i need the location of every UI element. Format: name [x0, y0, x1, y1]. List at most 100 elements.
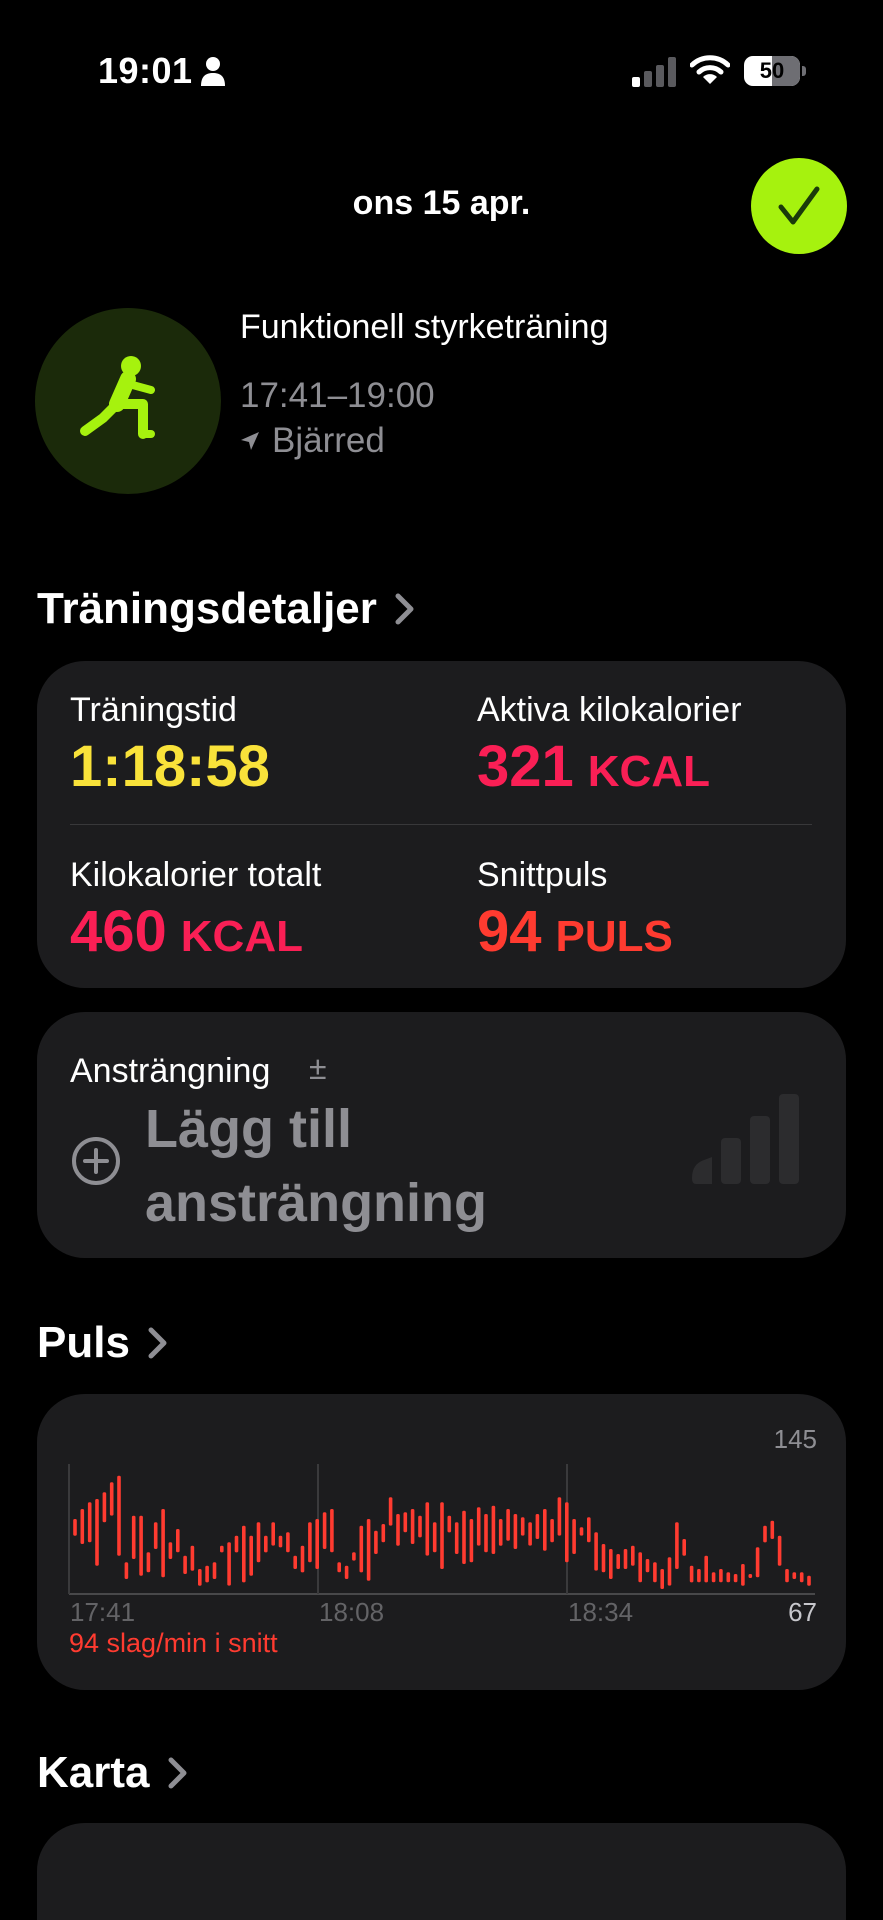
heart-rate-bar: [689, 1565, 694, 1583]
section-title: Träningsdetaljer: [37, 584, 377, 633]
heart-rate-bar: [675, 1522, 679, 1569]
heart-rate-bar: [572, 1519, 576, 1554]
workout-details-card: Träningstid 1:18:58 Aktiva kilokalorier …: [37, 661, 846, 988]
heart-rate-bar: [432, 1522, 437, 1553]
battery-tip: [802, 66, 806, 76]
workout-location: Bjärred: [240, 421, 385, 461]
heart-rate-bar: [264, 1535, 268, 1553]
heart-rate-bar: [388, 1497, 393, 1526]
section-header-heart-rate[interactable]: Puls: [37, 1318, 170, 1368]
heart-rate-bar: [242, 1525, 246, 1583]
heart-rate-bar: [300, 1545, 305, 1573]
heart-rate-bar: [631, 1545, 635, 1566]
heart-rate-bar: [220, 1545, 224, 1553]
heart-rate-bar: [579, 1527, 584, 1536]
heart-rate-bar: [491, 1505, 496, 1554]
average-heart-rate-label: 94 slag/min i snitt: [69, 1628, 278, 1658]
heart-rate-bar: [667, 1557, 672, 1586]
heart-rate-bar: [366, 1519, 371, 1581]
heart-rate-bar: [176, 1529, 180, 1553]
heart-rate-bar: [550, 1519, 554, 1543]
add-circle-icon[interactable]: [71, 1136, 121, 1186]
metric-unit: KCAL: [180, 912, 303, 961]
heart-rate-chart: 145 67 17:41 18:08 18:34 94 slag/min i snitt: [68, 1424, 817, 1658]
heart-rate-bar: [256, 1522, 261, 1563]
heart-rate-bar: [777, 1535, 782, 1566]
heart-rate-bar: [249, 1535, 253, 1576]
workout-type-avatar: [35, 308, 221, 494]
heart-rate-bar: [131, 1515, 136, 1559]
heart-rate-bar: [153, 1522, 158, 1549]
metric-value-avg-heart-rate: 94 PULS: [477, 898, 673, 965]
heart-rate-bar: [748, 1574, 753, 1578]
heart-rate-bar: [513, 1514, 518, 1549]
location-arrow-icon: [241, 432, 259, 450]
heart-rate-bar: [139, 1515, 143, 1576]
effort-level-icon: [692, 1094, 799, 1184]
status-bar: 19:01 50: [0, 0, 883, 140]
battery-percentage: 50: [759, 58, 785, 83]
y-tick-label: 145: [774, 1424, 817, 1454]
heart-rate-card[interactable]: 145 67 17:41 18:08 18:34 94 slag/min i snitt: [37, 1394, 846, 1690]
heart-rate-bar: [403, 1512, 408, 1533]
x-tick-label: 18:08: [319, 1597, 384, 1627]
heart-rate-bar: [616, 1554, 620, 1569]
metric-unit: PULS: [555, 912, 673, 961]
heart-rate-bar: [337, 1562, 341, 1573]
heart-rate-bar: [469, 1519, 474, 1563]
heart-rate-bar: [454, 1522, 459, 1554]
heart-rate-bar: [645, 1559, 650, 1573]
heart-rate-bar: [807, 1575, 811, 1586]
heart-rate-bar: [587, 1517, 591, 1543]
heart-rate-bar: [557, 1497, 562, 1536]
heart-rate-bar: [73, 1519, 77, 1536]
heart-rate-bar: [792, 1572, 797, 1579]
metric-value-total-kcal: 460 KCAL: [70, 898, 303, 965]
heart-rate-bar: [418, 1515, 422, 1538]
heart-rate-bar: [117, 1475, 121, 1556]
map-card[interactable]: [37, 1823, 846, 1920]
heart-rate-bar: [352, 1552, 356, 1561]
person-icon: [201, 57, 225, 86]
heart-rate-bar: [190, 1545, 195, 1571]
heart-rate-bar: [565, 1502, 569, 1563]
section-header-map[interactable]: Karta: [37, 1748, 190, 1798]
heart-rate-bar: [212, 1562, 217, 1579]
heart-rate-bar: [763, 1525, 767, 1543]
cellular-signal-icon: [632, 57, 676, 87]
heart-rate-bar: [322, 1512, 327, 1549]
heart-rate-bar: [697, 1569, 701, 1583]
done-button[interactable]: [751, 158, 847, 254]
heart-rate-bar: [498, 1519, 503, 1546]
heart-rate-bar: [227, 1542, 231, 1586]
add-effort-button[interactable]: Lägg till ansträngning: [145, 1092, 585, 1240]
heart-rate-bar: [109, 1482, 114, 1516]
heart-rate-bar: [183, 1555, 187, 1574]
section-header-workout-details[interactable]: Träningsdetaljer: [37, 584, 417, 634]
metric-number: 321: [477, 734, 574, 799]
effort-label: Ansträngning: [70, 1052, 271, 1090]
section-title: Puls: [37, 1318, 130, 1367]
metric-value-active-kcal: 321 KCAL: [477, 733, 710, 800]
functional-strength-icon: [80, 356, 155, 439]
metric-number: 1:18:58: [70, 734, 270, 799]
heart-rate-bar: [440, 1502, 444, 1569]
heart-rate-bar: [396, 1514, 400, 1546]
metric-label-workout-time: Träningstid: [70, 691, 237, 729]
heart-rate-bar: [785, 1569, 789, 1583]
heart-rate-bar: [293, 1555, 297, 1569]
heart-rate-bar: [704, 1555, 708, 1583]
metric-number: 94: [477, 899, 542, 964]
heart-rate-bar: [161, 1509, 165, 1578]
heart-rate-bar: [410, 1509, 415, 1544]
effort-card[interactable]: Ansträngning ± Lägg till ansträngning: [37, 1012, 846, 1258]
heart-rate-bar: [799, 1572, 804, 1583]
heart-rate-bar: [344, 1565, 349, 1579]
heart-rate-bar: [278, 1535, 283, 1548]
chart-bars: [73, 1475, 811, 1589]
metric-number: 460: [70, 899, 167, 964]
heart-rate-bar: [102, 1492, 107, 1523]
heart-rate-bar: [609, 1549, 613, 1579]
heart-rate-bar: [146, 1552, 151, 1573]
wifi-icon: [690, 55, 730, 84]
